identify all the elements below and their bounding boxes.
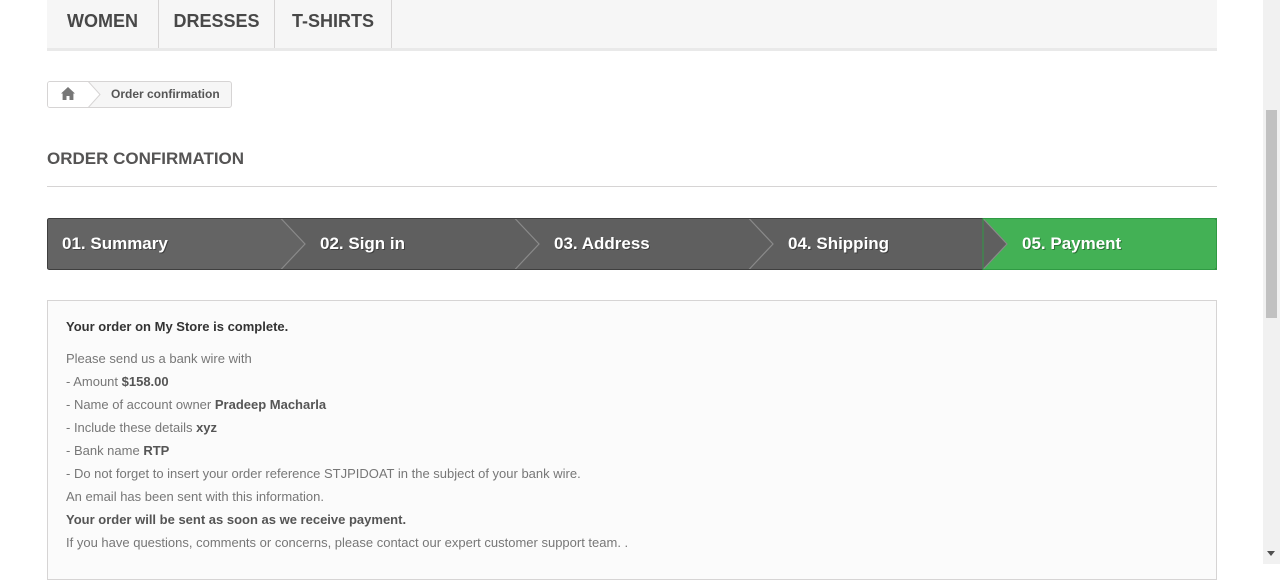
top-menu: Women Dresses T-shirts — [47, 0, 1217, 51]
order-complete-message: Your order on My Store is complete. — [66, 319, 289, 334]
details-value: xyz — [196, 420, 218, 435]
amount-line: - Amount $158.00 — [66, 374, 169, 389]
bank-wire-intro: Please send us a bank wire with — [66, 351, 252, 366]
step-sign-in[interactable]: 02. Sign in — [320, 218, 405, 270]
step-address[interactable]: 03. Address — [554, 218, 650, 270]
details-line: - Include these details xyz — [66, 420, 218, 435]
nav-item-women[interactable]: Women — [47, 0, 159, 48]
bank-value: RTP — [143, 443, 170, 458]
nav-item-dresses[interactable]: Dresses — [159, 0, 275, 48]
step-payment: 05. Payment — [1022, 234, 1122, 253]
page-title: Order confirmation — [47, 148, 1217, 187]
step-shipping[interactable]: 04. Shipping — [788, 218, 889, 270]
reference-line: - Do not forget to insert your order ref… — [66, 466, 581, 481]
breadcrumb: Order confirmation — [47, 81, 232, 108]
nav-item-tshirts[interactable]: T-shirts — [275, 0, 392, 48]
order-sent-line: Your order will be sent as soon as we re… — [66, 512, 407, 527]
breadcrumb-current: Order confirmation — [111, 87, 220, 101]
order-steps: 01. Summary 02. Sign in 03. Address 04. … — [47, 218, 1217, 270]
email-sent-line: An email has been sent with this informa… — [66, 489, 324, 504]
owner-line: - Name of account owner Pradeep Macharla — [66, 397, 327, 412]
order-confirmation-box: Your order on My Store is complete. Plea… — [47, 300, 1217, 580]
scrollbar-thumb[interactable] — [1266, 110, 1277, 318]
step-summary[interactable]: 01. Summary — [62, 218, 168, 270]
store-name: My Store — [154, 319, 210, 334]
scroll-down-arrow-icon[interactable] — [1267, 551, 1275, 556]
breadcrumb-separator — [86, 82, 101, 107]
amount-value: $158.00 — [121, 374, 169, 389]
questions-line: If you have questions, comments or conce… — [66, 535, 629, 550]
owner-value: Pradeep Macharla — [214, 397, 327, 412]
page-scrollbar[interactable] — [1263, 0, 1280, 564]
home-icon — [61, 87, 75, 100]
bank-line: - Bank name RTP — [66, 443, 170, 458]
breadcrumb-home-link[interactable] — [48, 82, 86, 107]
